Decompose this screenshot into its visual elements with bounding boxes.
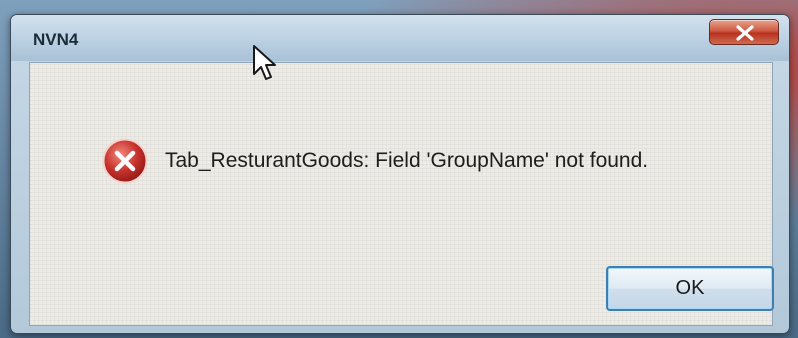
error-icon bbox=[102, 138, 148, 184]
close-button[interactable] bbox=[709, 19, 779, 45]
desktop-background: NVN4 Tab_ResturantGoods: Field 'GroupNam… bbox=[0, 0, 798, 338]
ok-button[interactable]: OK bbox=[606, 266, 774, 311]
dialog-content: Tab_ResturantGoods: Field 'GroupName' no… bbox=[29, 62, 774, 326]
mouse-pointer-icon bbox=[253, 45, 276, 80]
message-dialog: NVN4 Tab_ResturantGoods: Field 'GroupNam… bbox=[10, 14, 790, 334]
window-title: NVN4 bbox=[33, 30, 79, 49]
close-icon bbox=[736, 25, 754, 41]
title-bar[interactable]: NVN4 bbox=[11, 15, 789, 61]
error-message: Tab_ResturantGoods: Field 'GroupName' no… bbox=[165, 149, 649, 172]
